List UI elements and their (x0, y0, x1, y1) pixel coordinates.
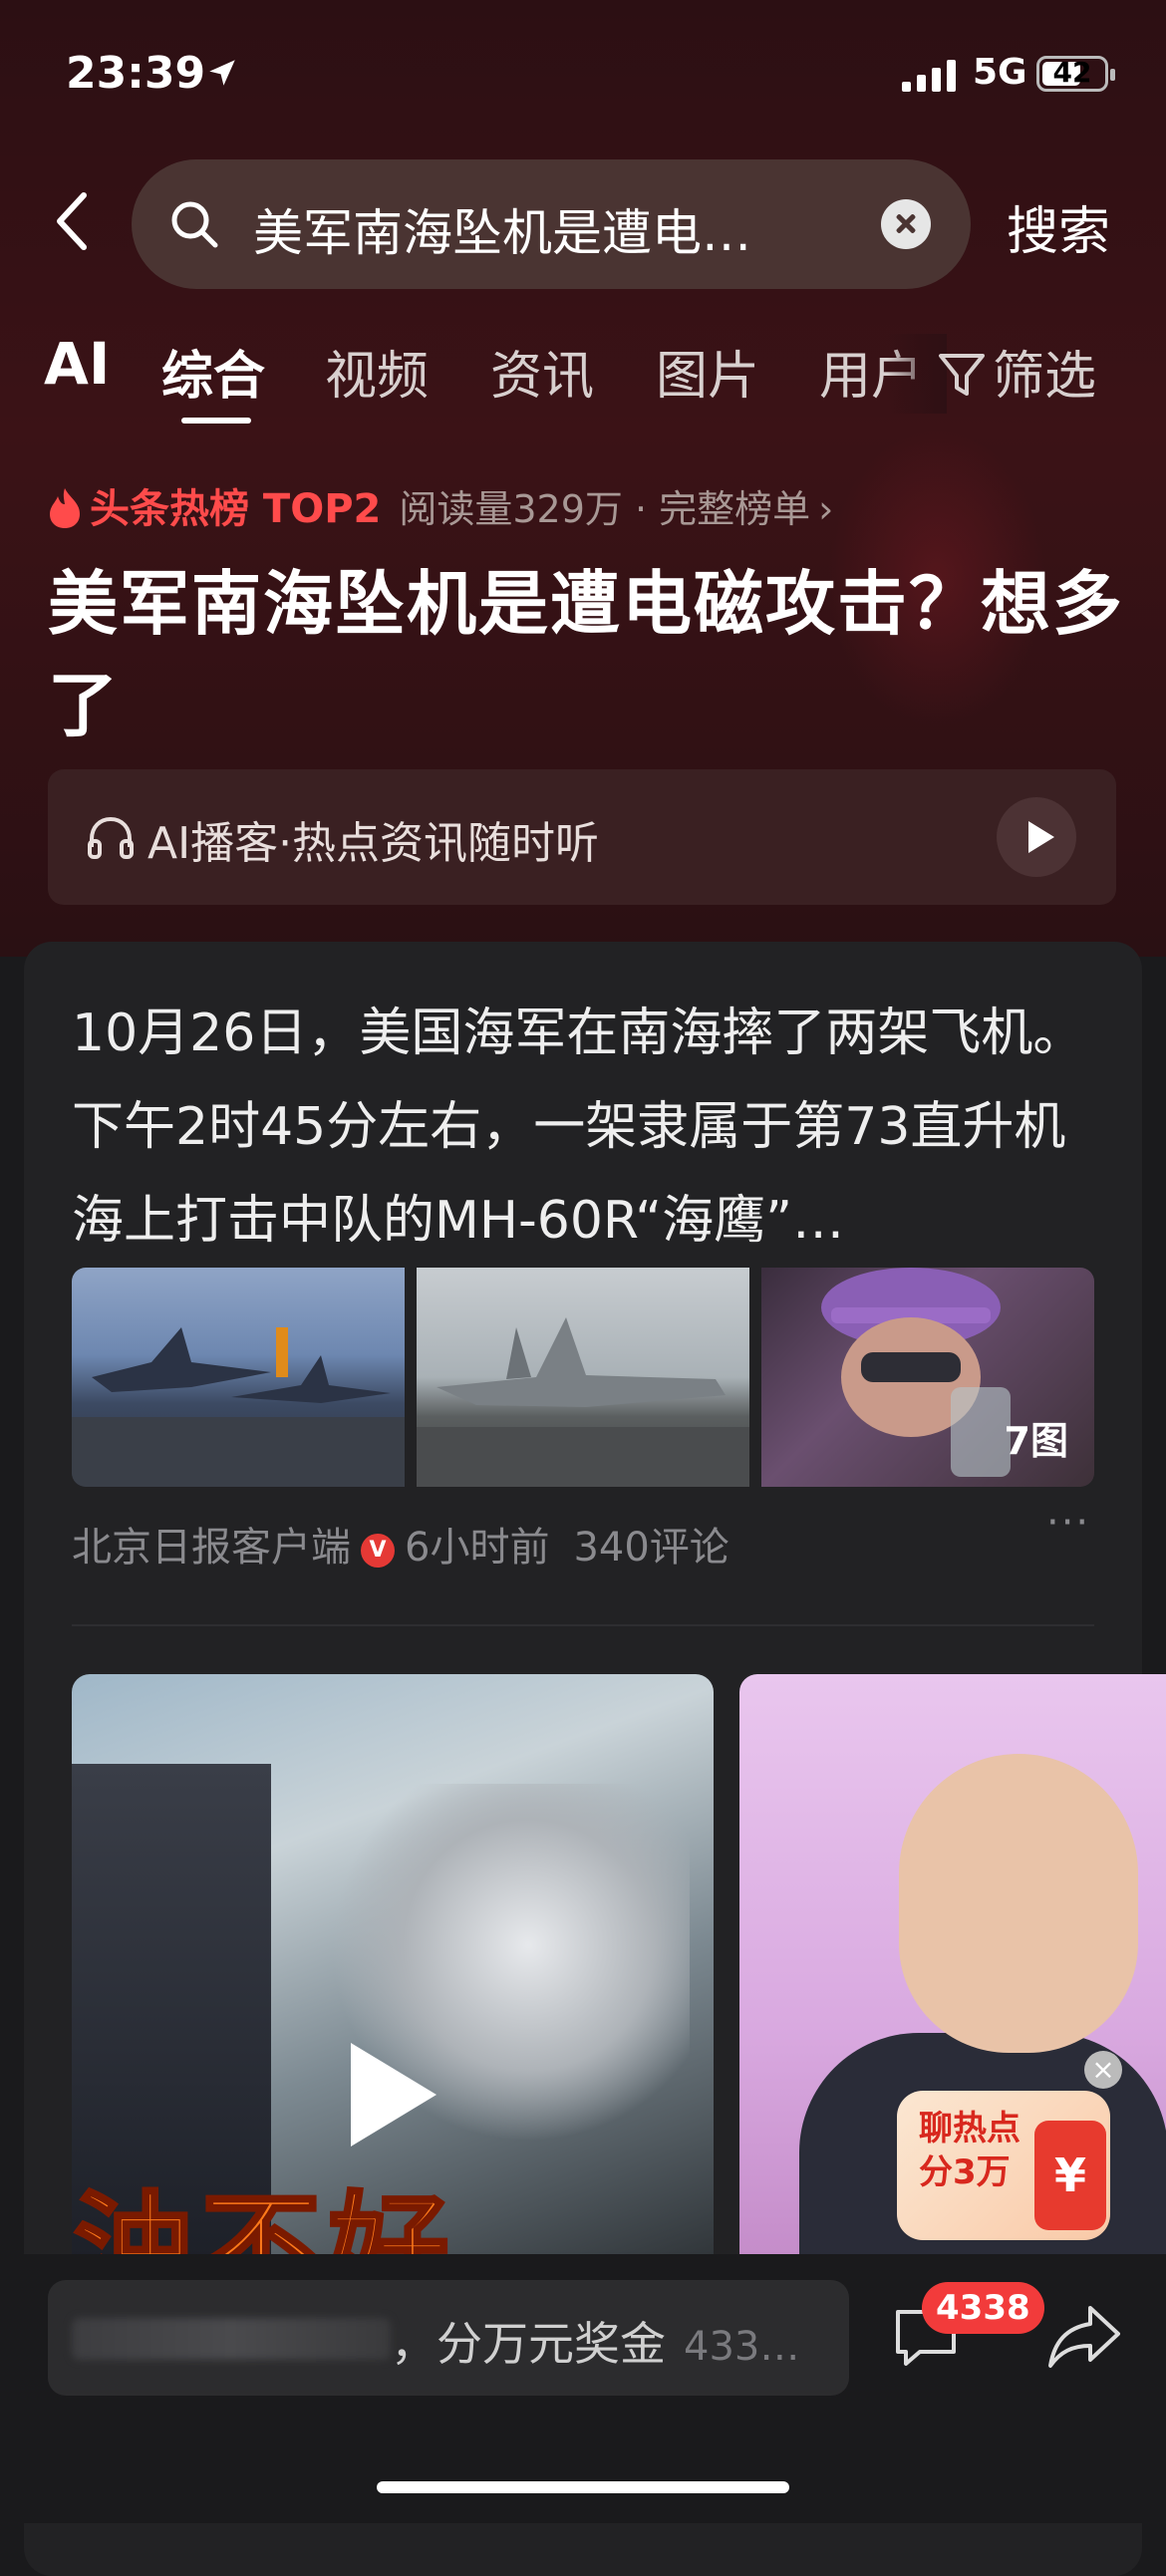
article-meta: 北京日报客户端 V 6小时前 340评论 (72, 1515, 729, 1573)
search-query[interactable]: 美军南海坠机是遭电… (253, 193, 751, 265)
video-play-icon[interactable] (351, 2043, 437, 2147)
tab-news[interactable]: 资讯 (490, 334, 594, 409)
comment-placeholder[interactable]: ，分万元奖金 433… (391, 2308, 799, 2374)
tab-ai[interactable]: AI (44, 330, 110, 398)
video-caption: 油不好 (72, 2179, 456, 2262)
network-type: 5G (973, 52, 1027, 93)
article-time: 6小时前 (405, 1525, 550, 1571)
more-options-icon[interactable]: ··· (1046, 1500, 1090, 1546)
clear-icon[interactable] (881, 199, 931, 249)
close-icon[interactable]: × (1084, 2051, 1122, 2089)
home-indicator (377, 2481, 789, 2493)
comment-count-badge: 4338 (922, 2282, 1044, 2334)
promo-widget[interactable]: × 聊热点 分3万 ¥ (897, 2051, 1122, 2240)
verified-badge: V (361, 1534, 395, 1568)
coin-icon: ¥ (1034, 2121, 1106, 2230)
topic-headline[interactable]: 美军南海坠机是遭电磁攻击？想多了 (48, 553, 1124, 756)
image-count: 7图 (1004, 1419, 1068, 1463)
article-comments: 340评论 (573, 1525, 729, 1571)
tab-comprehensive[interactable]: 综合 (161, 334, 265, 409)
hot-list-row[interactable]: 头条热榜 TOP2 阅读量329万 · 完整榜单 › (48, 476, 833, 536)
battery-level: 42 (1052, 56, 1092, 89)
search-input[interactable]: 美军南海坠机是遭电… (132, 159, 971, 289)
battery-icon: 42 (1036, 56, 1115, 92)
hot-list-meta[interactable]: 阅读量329万 · 完整榜单 (399, 487, 810, 531)
tab-video[interactable]: 视频 (325, 334, 429, 409)
article-image[interactable]: 7图 (761, 1268, 1094, 1487)
video-thumbnail[interactable]: 油不好 (72, 1674, 714, 2262)
article-image[interactable] (417, 1268, 749, 1487)
article-source[interactable]: 北京日报客户端 (72, 1525, 351, 1571)
search-button[interactable]: 搜索 (1007, 189, 1110, 264)
search-tabs: AI 综合 视频 资讯 图片 用户 筛选 (0, 330, 1166, 433)
back-arrow-icon[interactable] (50, 191, 94, 251)
ai-podcast-bar[interactable]: AI播客·热点资讯随时听 (48, 769, 1116, 905)
tab-images[interactable]: 图片 (656, 334, 759, 409)
podcast-label: AI播客·热点资讯随时听 (147, 818, 600, 869)
active-tab-indicator (181, 418, 251, 424)
article-summary[interactable]: 10月26日，美国海军在南海摔了两架飞机。下午2时45分左右，一架隶属于第73直… (72, 987, 1098, 1268)
promo-text: 聊热点 分3万 (919, 2109, 1020, 2192)
fire-icon (50, 488, 80, 528)
play-icon[interactable] (997, 797, 1076, 877)
filter-button[interactable]: 筛选 (937, 334, 1096, 409)
hot-list-label: 头条热榜 TOP2 (90, 486, 382, 532)
filter-label: 筛选 (993, 347, 1097, 407)
article-image[interactable] (72, 1268, 405, 1487)
location-arrow-icon (209, 60, 235, 86)
search-icon (171, 201, 218, 248)
headphones-icon (88, 816, 134, 859)
status-time: 23:39 (66, 48, 206, 99)
article-images[interactable]: 7图 (72, 1268, 1094, 1487)
divider (72, 1624, 1094, 1626)
chevron-right-icon: › (818, 487, 834, 531)
filter-icon (939, 354, 985, 396)
share-icon[interactable] (1046, 2300, 1122, 2372)
cellular-signal-icon (902, 60, 956, 92)
